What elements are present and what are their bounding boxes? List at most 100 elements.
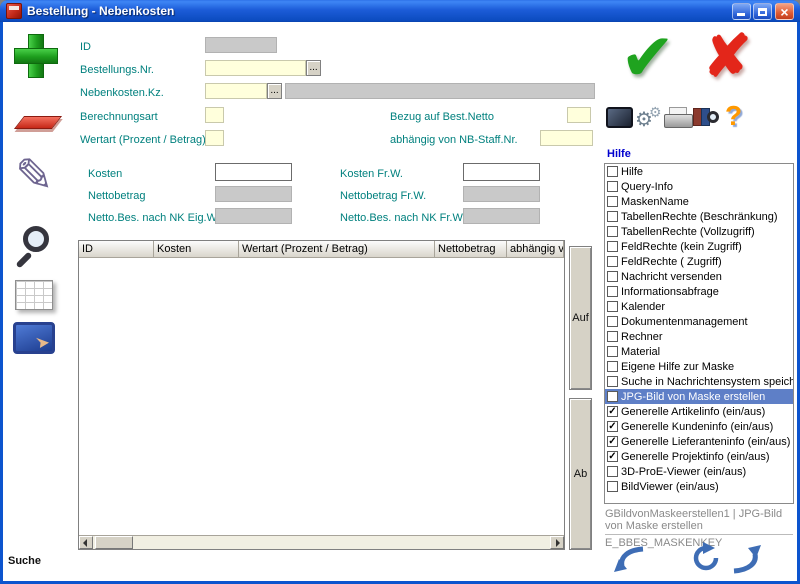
exit-button[interactable] (13, 322, 55, 354)
checkbox-icon[interactable] (607, 316, 618, 327)
positions-grid: IDKostenWertart (Prozent / Betrag)Nettob… (78, 240, 565, 550)
cancel-button[interactable]: ✘ (703, 28, 752, 86)
checkbox-icon[interactable] (607, 226, 618, 237)
checkbox-icon[interactable] (607, 466, 618, 477)
checkbox-icon[interactable] (607, 331, 618, 342)
checkbox-icon[interactable] (607, 481, 618, 492)
help-list-item[interactable]: ✓Generelle Lieferanteninfo (ein/aus) (605, 434, 793, 449)
help-item-label: Generelle Kundeninfo (ein/aus) (621, 421, 773, 433)
edit-button[interactable]: ✎ (15, 152, 54, 198)
grid-column-header[interactable]: abhängig v (507, 241, 564, 258)
kosten-field[interactable] (215, 163, 292, 181)
grid-column-header[interactable]: ID (79, 241, 154, 258)
maximize-button[interactable] (753, 3, 772, 20)
help-button[interactable]: ? (725, 102, 742, 130)
scroll-right-icon[interactable] (550, 536, 564, 549)
help-list-item[interactable]: Hilfe (605, 164, 793, 179)
arrow-southwest-button[interactable] (612, 546, 646, 579)
nebenkosten-kz-field[interactable] (205, 83, 267, 99)
checkbox-icon[interactable]: ✓ (607, 421, 618, 432)
checkbox-icon[interactable] (607, 376, 618, 387)
help-list-item[interactable]: Dokumentenmanagement (605, 314, 793, 329)
help-list-item[interactable]: Kalender (605, 299, 793, 314)
checkbox-icon[interactable] (607, 241, 618, 252)
confirm-button[interactable]: ✔ (620, 24, 675, 90)
help-list-item[interactable]: TabellenRechte (Beschränkung) (605, 209, 793, 224)
abhaengig-nb-staff-field[interactable] (540, 130, 593, 146)
help-list-item[interactable]: FeldRechte ( Zugriff) (605, 254, 793, 269)
nettobetrag-field[interactable] (215, 186, 292, 202)
grid-column-header[interactable]: Nettobetrag (435, 241, 507, 258)
help-list-item[interactable]: JPG-Bild von Maske erstellen (605, 389, 793, 404)
help-list-item[interactable]: Informationsabfrage (605, 284, 793, 299)
help-list-item[interactable]: Eigene Hilfe zur Maske (605, 359, 793, 374)
help-list-item[interactable]: TabellenRechte (Vollzugriff) (605, 224, 793, 239)
grid-body[interactable] (79, 258, 564, 535)
nebenkosten-kz-browse-button[interactable]: ... (267, 83, 282, 99)
exit-icon (13, 322, 55, 354)
help-list-item[interactable]: Rechner (605, 329, 793, 344)
eraser-icon (14, 116, 62, 129)
nebenkosten-description-field[interactable] (285, 83, 595, 99)
berechnungsart-field[interactable] (205, 107, 224, 123)
bezug-best-netto-field[interactable] (567, 107, 591, 123)
move-down-button[interactable]: Ab (569, 398, 592, 550)
checkbox-icon[interactable]: ✓ (607, 451, 618, 462)
arrow-northeast-button[interactable] (730, 542, 762, 579)
help-list-item[interactable]: BildViewer (ein/aus) (605, 479, 793, 494)
bestellnr-browse-button[interactable]: ... (306, 60, 321, 76)
checkbox-icon[interactable] (607, 166, 618, 177)
help-item-label: Eigene Hilfe zur Maske (621, 361, 734, 373)
help-list-item[interactable]: FeldRechte (kein Zugriff) (605, 239, 793, 254)
archive-search-button[interactable] (693, 105, 721, 129)
help-list-item[interactable]: MaskenName (605, 194, 793, 209)
kosten-frw-field[interactable] (463, 163, 540, 181)
netto-bes-eigw-field[interactable] (215, 208, 292, 224)
move-up-button[interactable]: Auf (569, 246, 592, 390)
checkbox-icon[interactable] (607, 301, 618, 312)
nettobetrag-frw-field[interactable] (463, 186, 540, 202)
bestellnr-field[interactable] (205, 60, 306, 76)
checkbox-icon[interactable] (607, 346, 618, 357)
archive-search-icon (693, 105, 721, 129)
help-list-item[interactable]: ✓Generelle Kundeninfo (ein/aus) (605, 419, 793, 434)
help-list-item[interactable]: ✓Generelle Artikelinfo (ein/aus) (605, 404, 793, 419)
checkbox-icon[interactable] (607, 286, 618, 297)
checkbox-icon[interactable]: ✓ (607, 436, 618, 447)
checkbox-icon[interactable] (607, 211, 618, 222)
id-field[interactable] (205, 37, 277, 53)
netto-bes-frw-field[interactable] (463, 208, 540, 224)
checkbox-icon[interactable] (607, 181, 618, 192)
print-button[interactable] (664, 107, 691, 128)
settings-button[interactable]: ⚙⚙ (635, 105, 663, 131)
checkbox-icon[interactable] (607, 361, 618, 372)
delete-button[interactable] (19, 116, 57, 129)
checkbox-icon[interactable] (607, 391, 618, 402)
scroll-left-icon[interactable] (79, 536, 93, 549)
help-list-item[interactable]: Query-Info (605, 179, 793, 194)
screen-button[interactable] (606, 107, 633, 128)
help-list-item[interactable]: 3D-ProE-Viewer (ein/aus) (605, 464, 793, 479)
checkbox-icon[interactable]: ✓ (607, 406, 618, 417)
wertart-field[interactable] (205, 130, 224, 146)
help-list-item[interactable]: Suche in Nachrichtensystem speich (605, 374, 793, 389)
refresh-button[interactable] (690, 542, 722, 579)
checkbox-icon[interactable] (607, 196, 618, 207)
grid-column-header[interactable]: Kosten (154, 241, 239, 258)
close-button[interactable]: × (775, 3, 794, 20)
help-list-item[interactable]: ✓Generelle Projektinfo (ein/aus) (605, 449, 793, 464)
help-list-item[interactable]: Nachricht versenden (605, 269, 793, 284)
help-item-label: 3D-ProE-Viewer (ein/aus) (621, 466, 746, 478)
minimize-button[interactable] (732, 3, 751, 20)
checkbox-icon[interactable] (607, 256, 618, 267)
table-button[interactable] (15, 280, 53, 310)
grid-horizontal-scrollbar[interactable] (79, 535, 564, 549)
checkbox-icon[interactable] (607, 271, 618, 282)
search-button[interactable] (13, 224, 59, 272)
scrollbar-thumb[interactable] (95, 536, 133, 549)
grid-column-header[interactable]: Wertart (Prozent / Betrag) (239, 241, 435, 258)
help-list-item[interactable]: Material (605, 344, 793, 359)
window-icon[interactable] (6, 3, 22, 19)
status-description: GBildvonMaskeerstellen1 | JPG-Bild von M… (605, 508, 793, 535)
window-title: Bestellung - Nebenkosten (27, 4, 174, 18)
